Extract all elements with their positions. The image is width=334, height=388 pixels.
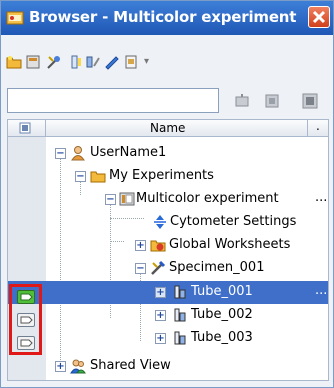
brush-filter-icon[interactable] [233,92,251,110]
tree-node-label: Global Worksheets [169,237,291,252]
tree-node-shared-view[interactable]: + Shared View [8,355,328,378]
tube-icon[interactable] [85,54,101,70]
brush-icon[interactable] [104,54,120,70]
expand-toggle[interactable]: + [155,287,166,298]
filter-icon[interactable] [263,92,281,110]
tree-node-user[interactable]: − UserName1 [8,142,328,165]
column-chooser-icon [19,122,31,134]
acquisition-pointer[interactable] [17,313,35,327]
pointer-arrow-icon [20,316,33,324]
expand-toggle[interactable]: + [55,361,66,372]
tree-node-label: Tube_002 [191,307,253,322]
experiment-icon [119,192,135,206]
shared-users-icon [70,359,86,374]
tree-node-my-experiments[interactable]: − My Experiments [8,165,328,188]
tools-icon[interactable] [46,54,62,70]
collapse-toggle[interactable]: − [55,148,66,159]
browser-window: Browser - Multicolor experiment ▾ Name .… [0,0,334,388]
browser-app-icon [6,11,24,25]
worksheet-icon[interactable] [124,54,140,70]
tree-node-tube-003[interactable]: + Tube_003 [8,327,328,350]
expand-toggle[interactable]: + [155,333,166,344]
tree-node-tube-001[interactable]: + Tube_001 ... [8,281,328,304]
extra-column-label: . [316,119,320,133]
search-bar [1,87,333,119]
tree-node-label: My Experiments [109,168,214,183]
specimen-icon [151,260,166,275]
expand-toggle[interactable]: + [135,240,146,251]
tube-icon [174,285,186,299]
close-icon [312,10,326,24]
window-title: Browser - Multicolor experiment [29,8,297,26]
tree-node-label: Cytometer Settings [170,214,297,229]
new-folder-icon[interactable] [6,54,22,70]
experiment-tree: − UserName1 − My Experiments − Multicolo… [7,137,329,381]
tree-node-label: Tube_001 [191,284,253,299]
user-icon [71,146,85,161]
global-worksheets-icon [150,240,166,252]
cytometer-settings-icon [154,215,166,229]
tree-node-label: Shared View [90,358,171,373]
acquisition-pointer-highlight [9,284,42,355]
toolbar-overflow-icon[interactable]: ▾ [144,56,149,67]
acquisition-pointer[interactable] [17,336,35,350]
collapse-toggle[interactable]: − [105,194,116,205]
tube-icon [174,308,186,322]
name-column-label: Name [150,121,186,135]
more-button[interactable]: ... [315,283,327,298]
specimen-icon[interactable] [67,54,83,70]
collapse-toggle[interactable]: − [75,171,86,182]
search-input[interactable] [7,88,219,113]
tree-node-experiment[interactable]: − Multicolor experiment ... [8,188,328,211]
tree-node-label: Multicolor experiment [136,191,279,206]
tree-node-global-worksheets[interactable]: + Global Worksheets [8,234,328,257]
pointer-arrow-icon [20,293,33,301]
more-button[interactable]: ... [315,190,327,205]
pointer-arrow-icon [20,339,33,347]
tree-node-label: Specimen_001 [169,260,265,275]
folder-icon [90,171,106,183]
tree-column-header: Name . [7,119,329,137]
tree-node-cytometer-settings[interactable]: Cytometer Settings [8,211,328,234]
expand-toggle[interactable]: + [155,310,166,321]
current-acquisition-pointer[interactable] [17,290,35,304]
tree-node-specimen[interactable]: − Specimen_001 [8,257,328,280]
indicator-column-header[interactable] [8,120,46,136]
tree-node-label: Tube_003 [191,330,253,345]
close-button[interactable] [308,6,330,28]
tube-icon [174,331,186,345]
tree-node-tube-002[interactable]: + Tube_002 [8,304,328,327]
refresh-view-icon[interactable] [301,92,319,110]
toolbar: ▾ [1,36,333,80]
new-experiment-icon[interactable] [26,54,42,70]
title-bar[interactable]: Browser - Multicolor experiment [1,1,333,35]
tree-node-label: UserName1 [90,145,167,160]
collapse-toggle[interactable]: − [135,263,146,274]
